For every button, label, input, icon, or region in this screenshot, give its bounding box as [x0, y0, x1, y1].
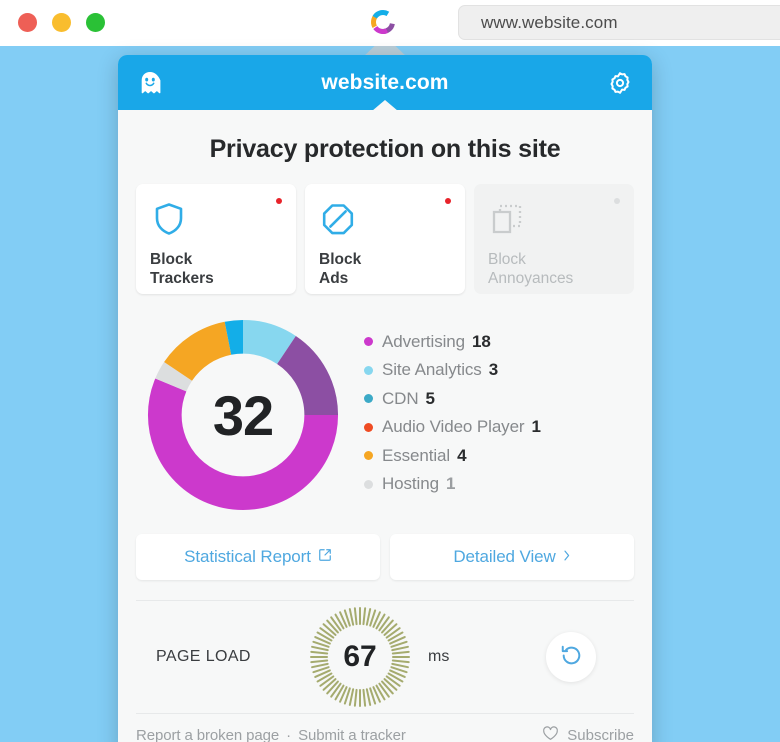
- ghostery-ring-icon[interactable]: [368, 7, 398, 37]
- block-annoyances-label: Block Annoyances: [488, 251, 574, 287]
- report-broken-page-link[interactable]: Report a broken page: [136, 727, 279, 742]
- gear-icon[interactable]: [606, 69, 634, 97]
- legend-item-audio-video-player[interactable]: Audio Video Player 1: [364, 413, 634, 442]
- detailed-view-button[interactable]: Detailed View: [390, 534, 634, 580]
- subscribe-label: Subscribe: [567, 726, 634, 742]
- legend-item-hosting[interactable]: Hosting 1: [364, 470, 634, 499]
- legend-count-advertising: 18: [472, 331, 491, 351]
- panel-actions: Statistical Report Detailed View: [118, 522, 652, 580]
- legend-count-audio-video-player: 1: [531, 417, 541, 437]
- subscribe-button[interactable]: Subscribe: [542, 725, 634, 742]
- legend-dot-site-analytics: [364, 365, 373, 375]
- chevron-right-icon: [563, 547, 571, 567]
- legend-dot-audio-video-player: [364, 422, 373, 432]
- legend-count-cdn: 5: [425, 388, 435, 408]
- page-load-section: PAGE LOAD 67 ms: [118, 601, 652, 713]
- page-title: Privacy protection on this site: [209, 135, 561, 163]
- close-button[interactable]: [18, 13, 37, 32]
- block-trackers-status-dot: [276, 198, 282, 204]
- browser-chrome: www.website.com: [0, 0, 780, 46]
- legend-label-essential: Essential: [382, 445, 451, 465]
- legend-item-site-analytics[interactable]: Site Analytics 3: [364, 356, 634, 385]
- address-bar[interactable]: www.website.com: [458, 5, 780, 40]
- window-controls: [18, 13, 105, 32]
- heart-icon: [542, 725, 559, 742]
- url-text: www.website.com: [481, 12, 618, 32]
- tracker-donut-chart[interactable]: 32: [144, 316, 342, 514]
- shield-icon: [150, 203, 188, 242]
- page-load-value: 67: [343, 640, 377, 673]
- block-annoyances-status-dot: [614, 198, 620, 204]
- panel-header: website.com: [118, 55, 652, 111]
- block-ads-card[interactable]: Block Ads: [305, 184, 465, 294]
- legend-label-cdn: CDN: [382, 388, 419, 408]
- legend-item-advertising[interactable]: Advertising 18: [364, 328, 634, 357]
- legend-count-hosting: 1: [445, 474, 456, 494]
- legend-label-site-analytics: Site Analytics: [382, 360, 482, 380]
- header-notch: [372, 100, 398, 111]
- panel-site-title: website.com: [321, 70, 449, 94]
- ghostery-popup-panel: website.com Privacy protection on this s…: [118, 55, 652, 742]
- tracker-total-count: 32: [212, 383, 274, 447]
- reload-button[interactable]: [546, 632, 596, 682]
- legend-item-essential[interactable]: Essential 4: [364, 442, 634, 471]
- block-cards: Block Trackers Block Ads Block Annoyance…: [118, 184, 652, 294]
- block-trackers-card[interactable]: Block Trackers: [136, 184, 296, 294]
- footer-separator: ·: [286, 726, 292, 742]
- legend-count-essential: 4: [457, 445, 467, 465]
- statistical-report-button[interactable]: Statistical Report: [136, 534, 380, 580]
- external-link-icon: [318, 547, 332, 567]
- legend-count-site-analytics: 3: [488, 360, 499, 380]
- submit-tracker-link[interactable]: Submit a tracker: [298, 727, 406, 742]
- no-entry-icon: [319, 204, 357, 242]
- minimize-button[interactable]: [52, 13, 71, 32]
- detailed-view-label: Detailed View: [453, 547, 556, 566]
- statistical-report-label: Statistical Report: [184, 547, 311, 566]
- page-load-gauge: 67: [308, 605, 412, 709]
- tracker-stats: 32 Advertising 18 Site Analytics 3 CDN 5…: [118, 294, 652, 522]
- block-ads-status-dot: [445, 198, 451, 204]
- legend-dot-hosting: [364, 479, 373, 489]
- page-load-label: PAGE LOAD: [156, 648, 251, 665]
- zoom-button[interactable]: [86, 13, 105, 32]
- legend-dot-advertising: [364, 337, 373, 347]
- legend-dot-essential: [364, 451, 373, 461]
- block-ads-label: Block Ads: [319, 251, 362, 287]
- reload-icon: [559, 643, 584, 671]
- legend-label-audio-video-player: Audio Video Player: [382, 417, 525, 437]
- block-trackers-label: Block Trackers: [150, 251, 214, 287]
- legend-item-cdn[interactable]: CDN 5: [364, 385, 634, 414]
- legend-dot-cdn: [364, 394, 373, 404]
- page-load-unit: ms: [428, 648, 450, 665]
- tracker-legend: Advertising 18 Site Analytics 3 CDN 5 Au…: [342, 328, 634, 503]
- dashed-square-icon: [488, 204, 526, 242]
- block-annoyances-card[interactable]: Block Annoyances: [474, 184, 634, 294]
- legend-label-hosting: Hosting: [382, 474, 439, 494]
- legend-label-advertising: Advertising: [382, 331, 465, 351]
- ghost-icon[interactable]: [136, 69, 164, 97]
- panel-footer: Report a broken page · Submit a tracker …: [118, 714, 652, 742]
